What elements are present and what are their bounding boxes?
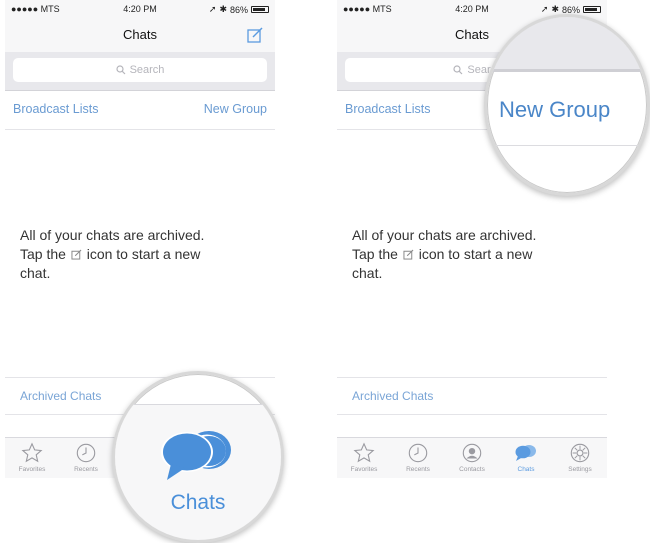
search-icon [115, 65, 125, 75]
contact-icon [462, 443, 482, 463]
nav-bar: Chats [5, 18, 275, 52]
bluetooth-icon: ✱ [219, 4, 227, 14]
compose-icon [403, 249, 414, 260]
gear-icon [570, 443, 590, 463]
tab-favorites[interactable]: Favorites [337, 442, 391, 473]
broadcast-lists-link[interactable]: Broadcast Lists [345, 102, 430, 116]
battery-icon [251, 6, 269, 13]
chat-bubbles-icon [161, 431, 231, 480]
star-icon [353, 442, 375, 463]
tab-recents[interactable]: Recents [391, 442, 445, 473]
chats-tab-label: Chats [170, 491, 226, 514]
tab-settings[interactable]: Settings [553, 442, 607, 473]
search-placeholder: Search [129, 64, 165, 76]
archived-chats-label: Archived Chats [20, 389, 102, 403]
tab-recents[interactable]: Recents [59, 442, 113, 473]
compose-icon[interactable] [245, 25, 265, 45]
search-icon [453, 65, 463, 75]
list-actions: Broadcast Lists New Group [5, 91, 275, 130]
page-title: Chats [123, 27, 157, 42]
tab-favorites[interactable]: Favorites [5, 442, 59, 473]
location-icon: ➚ [208, 4, 217, 14]
tab-chats[interactable]: Chats [499, 442, 553, 473]
clock-icon [76, 443, 96, 463]
tab-contacts[interactable]: Contacts [445, 442, 499, 473]
broadcast-lists-link[interactable]: Broadcast Lists [13, 102, 98, 116]
empty-state-message: All of your chats are archived. Tap the … [352, 227, 537, 281]
star-icon [21, 442, 43, 463]
clock-icon [408, 443, 428, 463]
archived-chats-label: Archived Chats [352, 389, 434, 403]
bluetooth-icon: ✱ [551, 4, 559, 14]
archived-chats-row[interactable]: Archived Chats [337, 377, 607, 415]
new-group-link[interactable]: New Group [499, 97, 610, 123]
status-bar: ●●●●● MTS 4:20 PM ➚ ✱ 86% [5, 0, 275, 18]
battery-icon [583, 6, 601, 13]
search-input[interactable]: Search [13, 58, 267, 82]
tab-bar: Favorites Recents Contacts Chats Setting… [337, 437, 607, 478]
new-group-link[interactable]: New Group [204, 102, 267, 116]
chats-tab-magnifier[interactable]: Chats [112, 371, 284, 543]
battery-percent: 86% [561, 4, 580, 15]
battery-percent: 86% [229, 4, 248, 15]
empty-state-message: All of your chats are archived. Tap the … [20, 227, 205, 281]
search-bar: Search [5, 52, 275, 91]
new-group-magnifier[interactable]: New Group [484, 14, 650, 196]
compose-icon [71, 249, 82, 260]
location-icon: ➚ [540, 4, 549, 14]
chat-bubbles-icon [515, 445, 536, 461]
